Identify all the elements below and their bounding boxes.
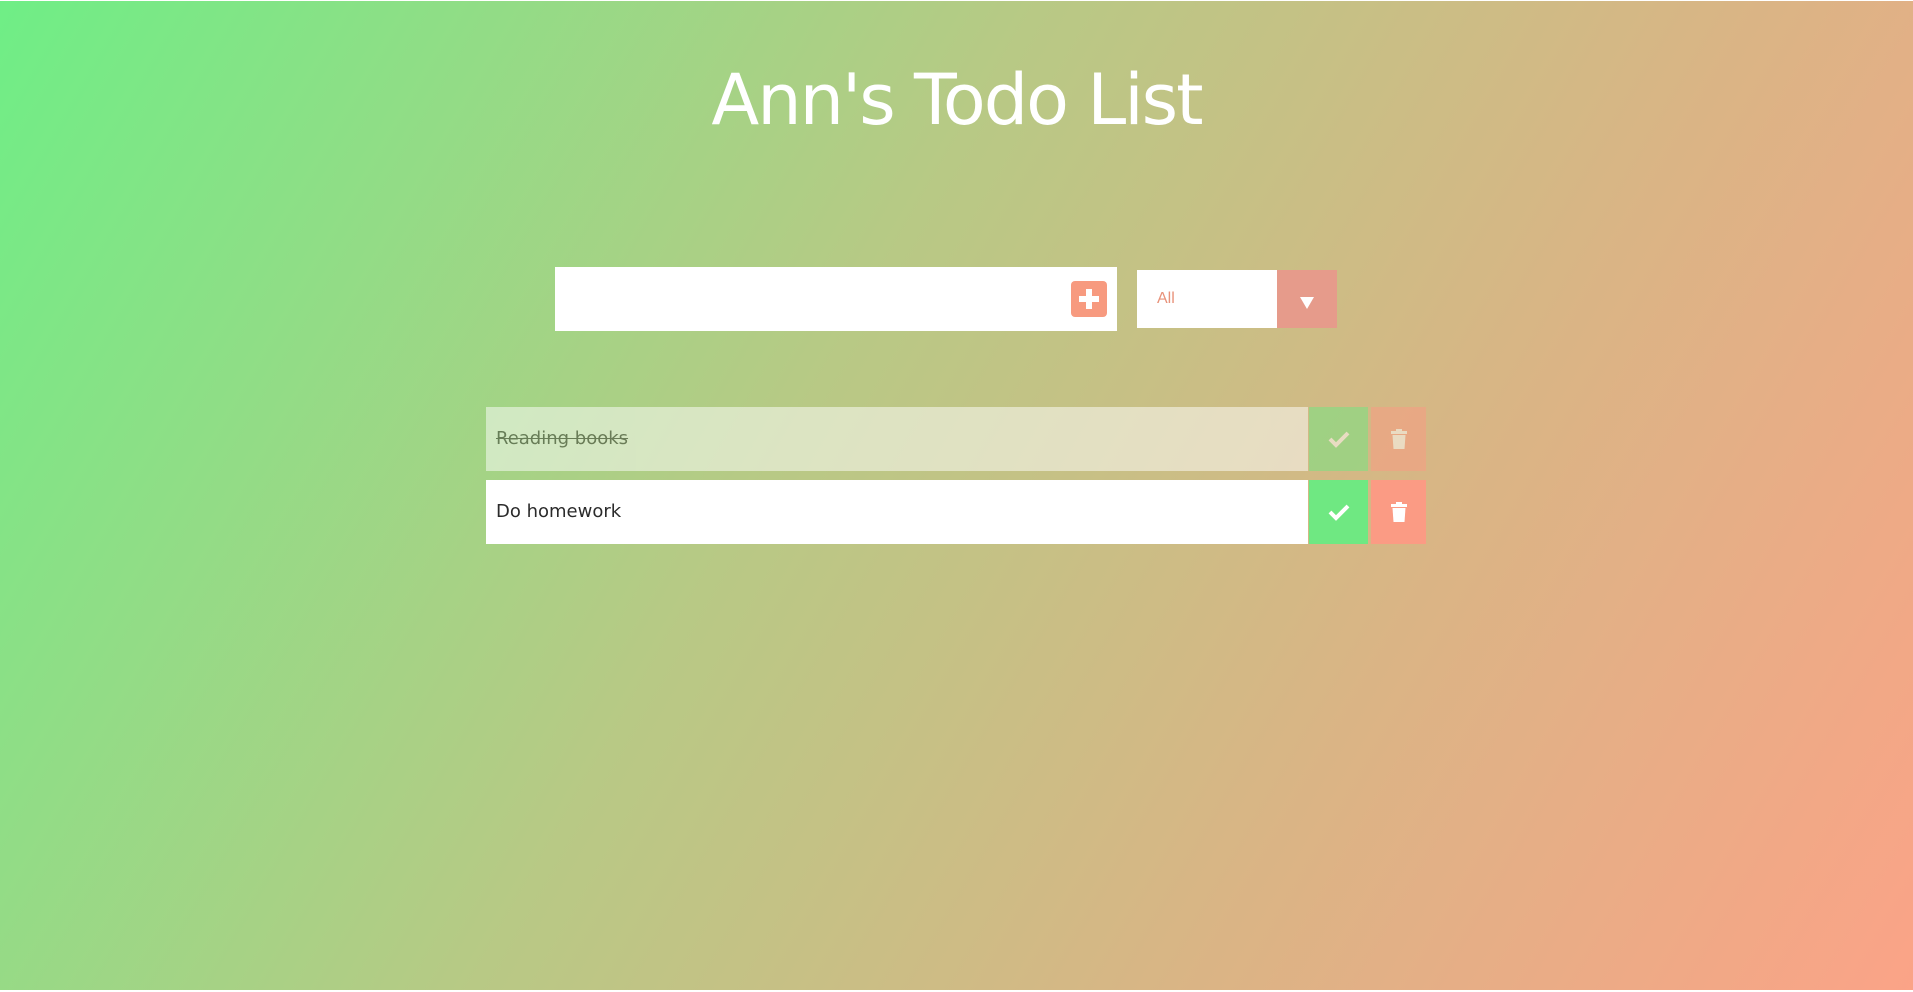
add-todo-button[interactable] [1071, 281, 1107, 317]
page-title: Ann's Todo List [711, 59, 1203, 141]
complete-button[interactable] [1309, 407, 1368, 471]
caret-down-icon [1300, 297, 1314, 309]
delete-button[interactable] [1371, 480, 1426, 544]
app-background: Ann's Todo List All Reading books Do hom… [0, 1, 1913, 990]
check-icon [1328, 431, 1349, 448]
plus-icon [1079, 289, 1099, 309]
trash-icon [1390, 429, 1407, 449]
todo-form [555, 267, 1117, 331]
trash-icon [1390, 502, 1407, 522]
filter-selected-value: All [1157, 290, 1175, 307]
todo-text: Reading books [486, 407, 1308, 471]
todo-text: Do homework [486, 480, 1308, 544]
complete-button[interactable] [1309, 480, 1368, 544]
filter-select[interactable]: All [1137, 270, 1337, 328]
todo-list: Reading books Do homework [486, 407, 1426, 553]
check-icon [1328, 504, 1349, 521]
todo-input[interactable] [555, 267, 1055, 331]
filter-dropdown-toggle[interactable] [1277, 270, 1337, 328]
todo-item: Do homework [486, 480, 1426, 544]
delete-button[interactable] [1371, 407, 1426, 471]
todo-item: Reading books [486, 407, 1426, 471]
